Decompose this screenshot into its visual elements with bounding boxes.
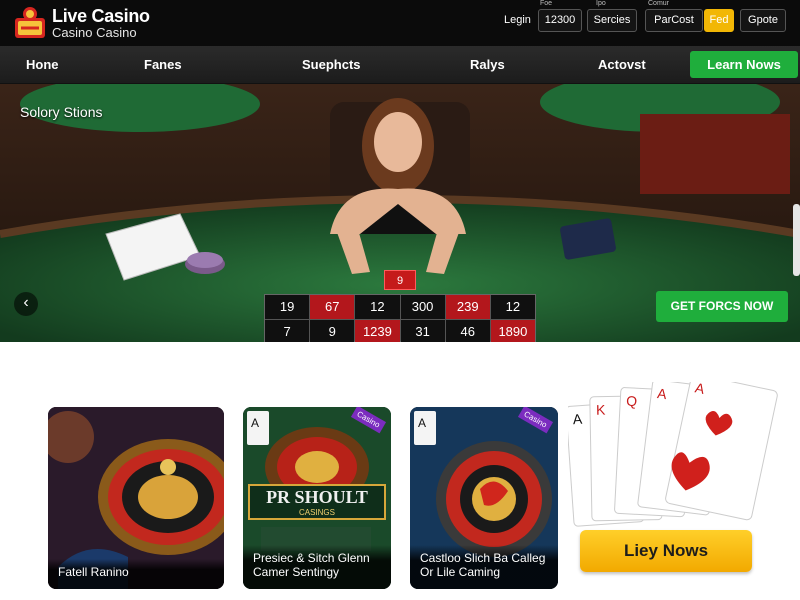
get-forcs-now-button[interactable]: GET FORCS NOW (656, 291, 788, 322)
board-cell[interactable]: 12 (490, 295, 535, 319)
board-cell[interactable]: 1890 (490, 320, 535, 342)
board-cell[interactable]: 239 (445, 295, 490, 319)
card-caption: Castloo Slich Ba Calleg Or Lile Caming (410, 545, 558, 589)
svg-text:CASINGS: CASINGS (299, 508, 335, 517)
board-cell[interactable]: 67 (310, 295, 355, 319)
board-cell[interactable]: 300 (400, 295, 445, 319)
svg-text:A: A (251, 416, 259, 430)
game-card-roulette-wheel[interactable]: Fatell Ranino (48, 407, 224, 589)
board-cell[interactable]: 1239 (355, 320, 400, 342)
game-card-pr-shoult[interactable]: A PR SHOULT CASINGS Casino Presiec & Sit… (243, 407, 391, 589)
main-nav: Hone Fanes Suephcts Ralys Actovst Learn … (0, 46, 800, 84)
board-cell[interactable]: 9 (310, 320, 355, 342)
svg-text:A: A (572, 411, 583, 428)
balance-button[interactable]: 12300 (538, 9, 582, 32)
parcost-button[interactable]: ParCost (645, 9, 703, 32)
nav-item-ralys[interactable]: Ralys (470, 57, 505, 72)
carousel-prev-icon[interactable]: ‹ (14, 292, 38, 316)
board-cell[interactable]: 19 (265, 295, 310, 319)
card-caption: Fatell Ranino (48, 559, 224, 589)
quote-button[interactable]: Gpote (740, 9, 786, 32)
login-link[interactable]: Legin (504, 14, 531, 26)
casino-logo-icon[interactable] (12, 4, 48, 40)
playing-cards-image: A K Q A A (568, 382, 778, 527)
hero-banner: Solory Stions 9 19 67 12 300 239 12 7 9 … (0, 84, 800, 342)
game-card-castloo-slich[interactable]: A Casino Castloo Slich Ba Calleg Or Lile… (410, 407, 558, 589)
tiny-label: Foe (540, 0, 553, 7)
nav-item-suephcts[interactable]: Suephcts (302, 57, 361, 72)
brand[interactable]: Live Casino Casino Casino (52, 7, 150, 40)
svg-text:PR SHOULT: PR SHOULT (266, 487, 368, 507)
learn-now-button[interactable]: Learn Nows (690, 51, 798, 78)
play-now-button[interactable]: Liey Nows (580, 530, 752, 572)
nav-item-home[interactable]: Hone (26, 57, 59, 72)
board-cell[interactable]: 46 (445, 320, 490, 342)
brand-title: Live Casino (52, 6, 150, 26)
svg-text:K: K (596, 402, 606, 418)
board-cell[interactable]: 12 (355, 295, 400, 319)
top-bar: Live Casino Casino Casino Foe Ipo Comur … (0, 0, 800, 46)
services-button[interactable]: Sercies (587, 9, 637, 32)
tiny-label: Comur (648, 0, 670, 7)
nav-item-games[interactable]: Fanes (144, 57, 182, 72)
hero-label: Solory Stions (20, 104, 103, 120)
bet-chip: 9 (384, 270, 416, 290)
svg-text:A: A (418, 416, 426, 430)
roulette-board: 19 67 12 300 239 12 7 9 1239 31 46 1890 (264, 294, 536, 342)
board-cell[interactable]: 31 (400, 320, 445, 342)
card-caption: Presiec & Sitch Glenn Camer Sentingy (243, 545, 391, 589)
nav-item-actovst[interactable]: Actovst (598, 57, 646, 72)
brand-subtitle: Casino Casino (52, 25, 137, 40)
svg-text:Q: Q (626, 393, 638, 410)
tiny-label: Ipo (596, 0, 606, 7)
board-cell[interactable]: 7 (265, 320, 310, 342)
fed-button[interactable]: Fed (704, 9, 734, 32)
